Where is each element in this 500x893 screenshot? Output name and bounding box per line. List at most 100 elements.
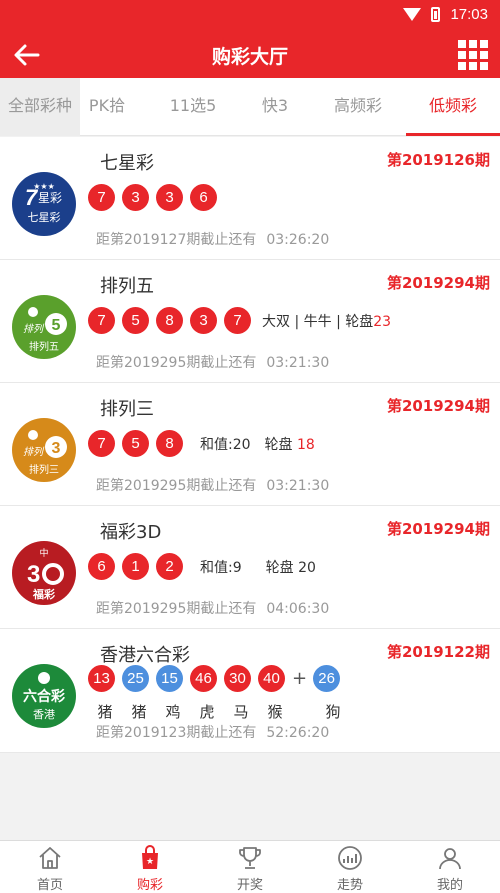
deadline: 距第2019127期截止还有 03:26:20	[96, 229, 329, 249]
bottom-nav: 首页 ★ 购彩 开奖 走势 我的	[0, 840, 500, 893]
svg-text:香港: 香港	[33, 708, 55, 721]
number-ball: 3	[190, 307, 217, 334]
tab-high-freq[interactable]: 高频彩	[322, 78, 394, 136]
nav-home[interactable]: 首页	[0, 841, 100, 893]
number-ball: 8	[156, 430, 183, 457]
lottery-card-pailiesan[interactable]: 3 排列 排列三 排列三 第2019294期 7 5 8 和值:20 轮盘 18…	[0, 383, 500, 506]
lottery-list: 7 星彩 ★★★ 七星彩 七星彩 第2019126期 7 3 3 6 距第201…	[0, 137, 500, 753]
number-ball-red: 13	[88, 665, 115, 692]
nav-buy[interactable]: ★ 购彩	[100, 841, 200, 893]
deadline-label: 距第2019295期截止还有	[96, 355, 257, 371]
svg-text:排列五: 排列五	[29, 340, 59, 353]
shopping-bag-icon: ★	[142, 845, 158, 869]
number-ball-red: 40	[258, 665, 285, 692]
number-ball: 7	[88, 430, 115, 457]
nav-draw[interactable]: 开奖	[200, 841, 300, 893]
category-tabs: 全部彩种 PK拾 11选5 快3 高频彩 低频彩	[0, 78, 500, 136]
lottery-card-qixingcai[interactable]: 7 星彩 ★★★ 七星彩 七星彩 第2019126期 7 3 3 6 距第201…	[0, 137, 500, 260]
roulette-value: 轮盘 18	[264, 436, 315, 453]
tab-pk10[interactable]: PK拾	[80, 78, 134, 136]
countdown: 52:26:20	[266, 725, 330, 741]
number-ball: 1	[122, 553, 149, 580]
ball-row: 7 5 8 3 7 大双 | 牛牛 | 轮盘23	[88, 307, 391, 334]
lottery-card-fucai3d[interactable]: 中 3 福彩 福彩3D 第2019294期 6 1 2 和值:9 轮盘 20 距…	[0, 506, 500, 629]
sum-value: 和值:9	[200, 559, 242, 576]
lottery-name: 七星彩	[100, 153, 154, 174]
svg-text:排列: 排列	[23, 323, 45, 335]
zodiac-label: 猪	[131, 703, 147, 721]
hk-mark-six-logo: 六合彩 香港	[12, 664, 76, 728]
deadline: 距第2019295期截止还有 03:21:30	[96, 475, 329, 495]
battery-icon	[431, 7, 441, 22]
nav-mine[interactable]: 我的	[400, 841, 500, 893]
lottery-name: 排列五	[100, 276, 154, 297]
number-ball: 6	[88, 553, 115, 580]
countdown: 03:26:20	[266, 232, 330, 248]
number-ball: 6	[190, 184, 217, 211]
trend-chart-icon	[338, 846, 362, 870]
svg-text:3: 3	[27, 561, 40, 588]
zodiac-label: 鸡	[165, 703, 181, 721]
tab-low-freq[interactable]: 低频彩	[406, 78, 500, 136]
number-ball: 7	[88, 184, 115, 211]
deadline-label: 距第2019295期截止还有	[96, 601, 257, 617]
number-ball: 3	[122, 184, 149, 211]
home-icon	[39, 847, 61, 869]
period-number: 第2019122期	[386, 643, 490, 661]
period-number: 第2019294期	[386, 397, 490, 415]
svg-text:七星彩: 七星彩	[28, 211, 61, 224]
number-ball: 5	[122, 430, 149, 457]
status-time: 17:03	[450, 6, 488, 23]
zodiac-label: 猪	[97, 703, 113, 721]
deadline: 距第2019295期截止还有 04:06:30	[96, 598, 329, 618]
number-ball-red: 46	[190, 665, 217, 692]
deadline-label: 距第2019295期截止还有	[96, 478, 257, 494]
special-zodiac-label: 狗	[325, 703, 341, 721]
grid-icon	[458, 40, 466, 48]
number-ball: 8	[156, 307, 183, 334]
number-ball: 2	[156, 553, 183, 580]
svg-text:福彩: 福彩	[32, 587, 55, 601]
number-ball: 7	[224, 307, 251, 334]
pailiesan-logo: 3 排列 排列三	[12, 418, 76, 482]
lottery-card-hk-mark-six[interactable]: 六合彩 香港 香港 六合彩 第2019122期 13 25 15 46 30 40…	[0, 629, 500, 753]
status-bar: 17:03	[0, 0, 500, 32]
fucai3d-logo: 中 3 福彩	[12, 541, 76, 605]
period-number: 第2019126期	[386, 151, 490, 169]
extra-info: 大双 | 牛牛 | 轮盘23	[262, 313, 392, 330]
app-bar: 购彩大厅	[0, 32, 500, 78]
svg-text:★★★: ★★★	[33, 182, 55, 191]
svg-text:5: 5	[52, 317, 61, 334]
page-title: 购彩大厅	[211, 46, 288, 68]
svg-text:六合彩: 六合彩	[23, 688, 65, 705]
lottery-name: 福彩3D	[100, 522, 162, 543]
zodiac-label: 虎	[199, 703, 215, 721]
svg-text:中: 中	[39, 547, 48, 559]
wifi-icon	[403, 8, 422, 21]
ball-row: 6 1 2 和值:9 轮盘 20	[88, 553, 316, 580]
grid-menu-button[interactable]	[458, 40, 488, 70]
lottery-card-pailiewu[interactable]: 5 排列 排列五 排列五 第2019294期 7 5 8 3 7 大双 | 牛牛…	[0, 260, 500, 383]
svg-text:排列: 排列	[23, 446, 45, 458]
tab-k3[interactable]: 快3	[250, 78, 300, 136]
countdown: 04:06:30	[266, 601, 330, 617]
tab-11x5[interactable]: 11选5	[158, 78, 228, 136]
svg-text:3: 3	[52, 440, 61, 457]
trophy-icon	[239, 847, 261, 869]
deadline-label: 距第2019123期截止还有	[96, 725, 257, 741]
countdown: 03:21:30	[266, 355, 330, 371]
nav-trend[interactable]: 走势	[300, 841, 400, 893]
user-icon	[439, 848, 461, 870]
zodiac-label: 马	[233, 703, 249, 721]
number-ball-blue: 25	[122, 665, 149, 692]
number-ball-blue: 15	[156, 665, 183, 692]
countdown: 03:21:30	[266, 478, 330, 494]
sum-value: 和值:20	[200, 436, 251, 453]
zodiac-row: 猪 猪 鸡 虎 马 猴 狗	[88, 701, 350, 722]
ball-row: 7 3 3 6	[88, 184, 224, 211]
number-ball-red: 30	[224, 665, 251, 692]
number-ball: 3	[156, 184, 183, 211]
svg-text:★: ★	[146, 857, 154, 867]
tab-all[interactable]: 全部彩种	[0, 78, 80, 136]
svg-text:星彩: 星彩	[38, 191, 62, 205]
